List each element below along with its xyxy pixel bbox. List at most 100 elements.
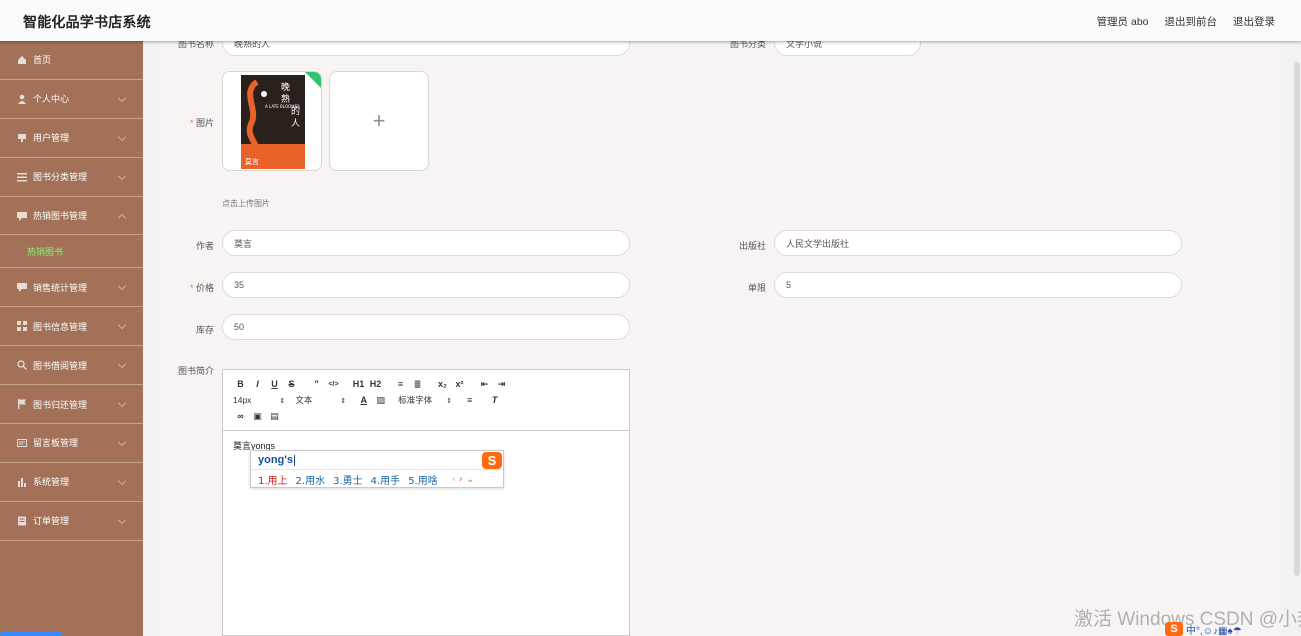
video-icon[interactable]: ▤ (267, 411, 282, 422)
sidebar-item-return[interactable]: 图书归还管理 (0, 385, 143, 425)
ime-composition-text: yong's (258, 454, 294, 466)
clear-format-icon[interactable]: T (487, 395, 502, 405)
bullet-list-button[interactable]: ≣ (410, 379, 425, 390)
superscript-button[interactable]: x² (452, 379, 467, 389)
outdent-button[interactable]: ⇤ (477, 379, 492, 390)
publisher-input[interactable]: 人民文学出版社 (774, 230, 1182, 256)
cover-title-4: 人 (291, 118, 300, 129)
price-label-text: 价格 (195, 283, 214, 293)
editor-toolbar: B I U S ” </> H1 H2 ≡ ≣ x₂ x² ⇤ ⇥ 14px ⇕ … (223, 370, 629, 431)
bar-chart-icon (17, 477, 27, 487)
sidebar-item-users[interactable]: 用户管理 (0, 119, 143, 158)
select-arrow-icon: ⇕ (279, 398, 286, 405)
image-icon[interactable]: ▣ (250, 411, 265, 422)
stock-input[interactable]: 50 (222, 314, 630, 340)
sidebar-item-hot-books[interactable]: 热销图书管理 (0, 197, 143, 236)
chevron-down-icon (117, 476, 127, 486)
users-icon (17, 133, 27, 143)
admin-user-link-front[interactable]: 管理员 abo (1097, 14, 1149, 29)
code-block-button[interactable]: </> (326, 381, 341, 388)
link-icon[interactable]: ∞ (233, 411, 248, 421)
ime-composition: yong's (251, 451, 503, 470)
sidebar-item-label: 销售统计管理 (33, 282, 88, 293)
price-input[interactable]: 35 (222, 272, 630, 298)
next-page-icon[interactable]: › (459, 474, 463, 485)
heading-2-button[interactable]: H2 (368, 379, 383, 389)
chevron-down-icon (117, 398, 127, 408)
ime-candidate[interactable]: 3.勇士 (333, 472, 363, 487)
font-size-value: 14px (233, 395, 252, 405)
sidebar-item-label: 系统管理 (33, 477, 70, 488)
blockquote-button[interactable]: ” (309, 379, 324, 389)
ime-caret (294, 454, 296, 466)
heading-1-button[interactable]: H1 (351, 379, 366, 389)
uploaded-image-card[interactable]: 晚 熟 的 人 A LATE BLOOMER 莫言 (222, 71, 322, 171)
ime-candidate[interactable]: 5.用啥 (408, 472, 438, 487)
font-family-select[interactable]: 标准字体 ⇕ (398, 394, 452, 406)
select-arrow-icon: ⇕ (340, 398, 347, 405)
book-cover-image: 晚 熟 的 人 A LATE BLOOMER 莫言 (223, 72, 321, 170)
rich-text-editor[interactable]: B I U S ” </> H1 H2 ≡ ≣ x₂ x² ⇤ ⇥ 14px ⇕ … (222, 369, 630, 636)
italic-button[interactable]: I (250, 379, 265, 389)
chevron-down-icon (117, 359, 127, 369)
sidebar-item-label: 图书信息管理 (33, 321, 88, 332)
sidebar-item-system[interactable]: 系统管理 (0, 463, 143, 502)
image-label: 图片 (186, 116, 214, 129)
sidebar-item-profile[interactable]: 个人中心 (0, 80, 143, 119)
upload-add-button[interactable]: + (329, 71, 429, 171)
sidebar-item-label: 热销图书管理 (33, 211, 88, 221)
ime-page-nav[interactable]: ‹ › ⌄ (452, 474, 475, 485)
ordered-list-button[interactable]: ≡ (393, 379, 408, 389)
sidebar-item-orders[interactable]: 订单管理 (0, 502, 143, 541)
ime-candidate[interactable]: 4.用手 (371, 472, 401, 487)
exit-to-frontend-link-front[interactable]: 退出到前台 (1165, 14, 1218, 29)
sidebar-item-home[interactable]: 首页 (0, 41, 143, 80)
publisher-label: 出版社 (738, 241, 766, 251)
flag-icon (17, 399, 27, 410)
expand-icon[interactable]: ⌄ (466, 474, 474, 485)
underline-button[interactable]: U (267, 379, 282, 389)
image-label-text: 图片 (195, 118, 214, 128)
font-size-select[interactable]: 14px ⇕ (233, 395, 285, 405)
font-family-value: 标准字体 (398, 395, 433, 405)
text-type-select[interactable]: 文本 ⇕ (295, 394, 346, 406)
chat-icon (17, 211, 27, 221)
bold-button[interactable]: B (233, 379, 248, 389)
sidebar-subitem-hot-books[interactable]: 热销图书 (0, 235, 143, 269)
stock-label: 库存 (195, 325, 214, 335)
top-header-front: 智能化品学书店系统 管理员 abo 退出到前台 退出登录 (0, 0, 1301, 41)
cover-author: 莫言 (245, 157, 259, 166)
upload-hint: 点击上传图片 (222, 199, 270, 208)
subscript-button[interactable]: x₂ (435, 379, 450, 389)
font-color-icon[interactable]: A (356, 395, 371, 405)
ime-candidate-window: yong's S 1.用上 2.用水 3.勇士 4.用手 5.用啥 ‹ › ⌄ (250, 450, 504, 488)
sidebar-item-messages[interactable]: 留言板管理 (0, 424, 143, 463)
limit-input[interactable]: 5 (774, 272, 1182, 298)
sidebar-item-label: 图书借阅管理 (33, 360, 88, 371)
logout-link-front[interactable]: 退出登录 (1233, 14, 1275, 29)
sidebar-item-borrow[interactable]: 图书借阅管理 (0, 346, 143, 386)
ime-tray: S 中°,☺♪▦♠☂ (1165, 622, 1242, 636)
indent-button[interactable]: ⇥ (494, 379, 509, 390)
price-label: 价格 (180, 281, 214, 294)
chevron-up-icon (117, 213, 127, 222)
ime-candidate[interactable]: 2.用水 (296, 472, 326, 487)
content-scrollbar[interactable] (1294, 62, 1300, 576)
align-icon[interactable]: ≡ (462, 395, 477, 405)
chevron-down-icon (117, 321, 127, 330)
sogou-logo-icon: S (482, 452, 502, 469)
sidebar-item-label: 留言板管理 (33, 438, 79, 449)
sidebar-item-sales[interactable]: 销售统计管理 (0, 268, 143, 308)
sogou-tray-icon[interactable]: S (1165, 622, 1183, 636)
message-icon (17, 438, 27, 448)
strike-button[interactable]: S (284, 379, 299, 389)
sidebar-scrollbar[interactable] (0, 632, 62, 636)
toolbar-row-2: 14px ⇕ 文本 ⇕ A ▨ 标准字体 ⇕ ≡ T (233, 392, 619, 408)
ime-candidate[interactable]: 1.用上 (258, 472, 288, 487)
document-icon (17, 516, 27, 526)
sidebar-item-book-info[interactable]: 图书信息管理 (0, 307, 143, 347)
background-color-icon[interactable]: ▨ (373, 395, 388, 406)
search-icon (17, 360, 27, 371)
sidebar-item-category[interactable]: 图书分类管理 (0, 158, 143, 197)
author-input[interactable]: 莫言 (222, 230, 630, 256)
